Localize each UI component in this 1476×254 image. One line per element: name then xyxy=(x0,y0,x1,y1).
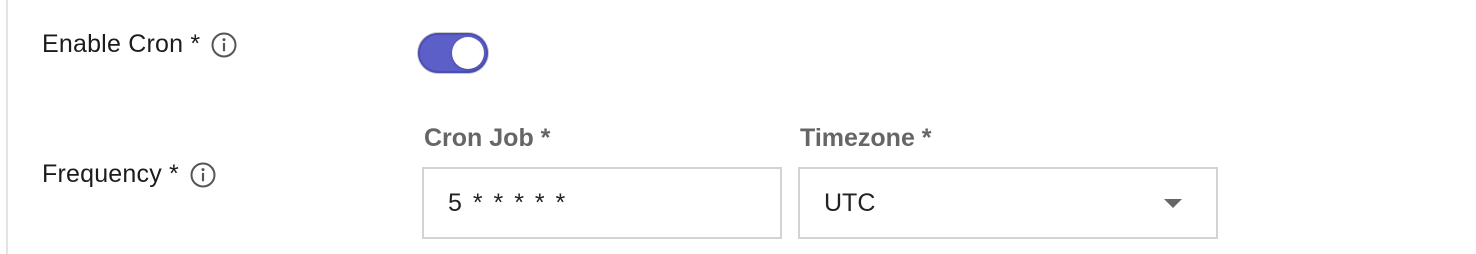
cron-job-label: Cron Job * xyxy=(424,124,551,152)
timezone-label: Timezone * xyxy=(800,124,932,152)
frequency-label: Frequency * xyxy=(42,160,179,188)
enable-cron-row-label: Enable Cron * xyxy=(42,30,238,59)
timezone-selected-value: UTC xyxy=(824,188,876,217)
enable-cron-label: Enable Cron * xyxy=(42,30,201,58)
info-icon[interactable] xyxy=(189,161,217,189)
enable-cron-toggle[interactable] xyxy=(418,33,488,73)
info-icon[interactable] xyxy=(210,31,238,59)
cron-job-input[interactable]: 5 * * * * * xyxy=(422,167,782,239)
cron-settings-form: Enable Cron * Frequency * Cron Job * Tim… xyxy=(6,0,1476,254)
frequency-row-label: Frequency * xyxy=(42,160,217,189)
caret-down-icon xyxy=(1164,198,1182,208)
timezone-select[interactable]: UTC xyxy=(798,167,1218,239)
cron-job-value: 5 * * * * * xyxy=(448,188,568,217)
toggle-knob xyxy=(452,37,484,69)
